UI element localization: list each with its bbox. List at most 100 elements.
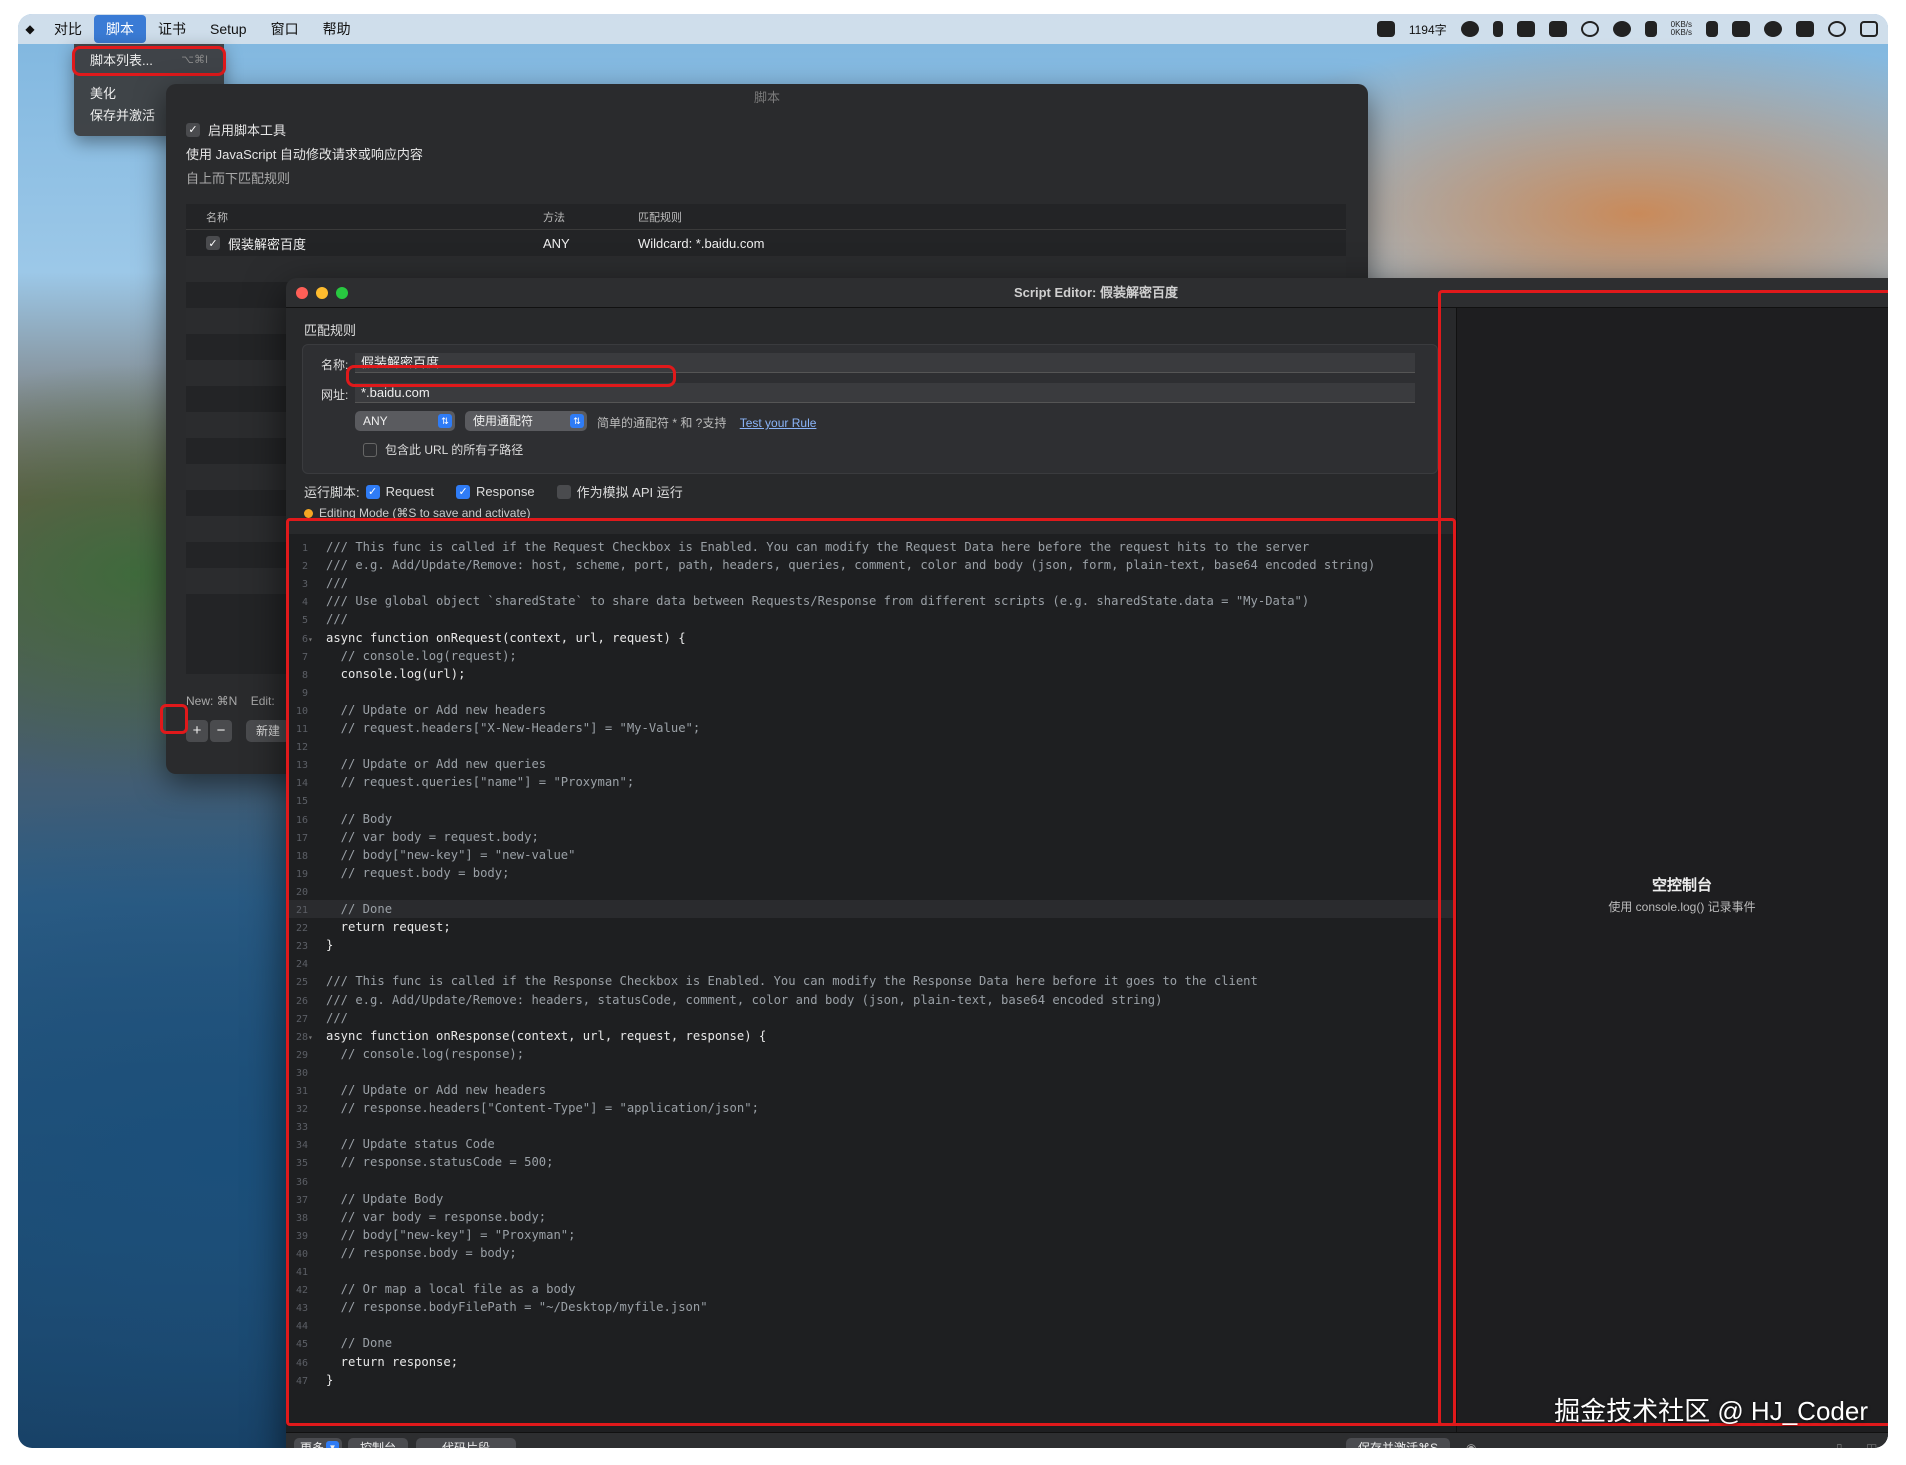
code-line[interactable]: 28▾ async function onResponse(context, ur…: [286, 1027, 1456, 1045]
response-checkbox[interactable]: ✓: [456, 484, 471, 499]
split-view-icon[interactable]: ◫: [1866, 1441, 1877, 1448]
close-window-button[interactable]: [296, 287, 308, 299]
eye-icon[interactable]: ◉⌄: [1466, 1441, 1487, 1448]
more-button[interactable]: 更多 ▼: [294, 1438, 342, 1448]
add-rule-button[interactable]: +: [186, 720, 208, 742]
code-line[interactable]: 3 ///: [286, 574, 1456, 592]
code-line[interactable]: 8 console.log(url);: [286, 665, 1456, 683]
enable-script-checkbox[interactable]: ✓: [186, 122, 200, 137]
code-line[interactable]: 22 return request;: [286, 918, 1456, 936]
code-line[interactable]: 6▾ async function onRequest(context, url,…: [286, 629, 1456, 647]
qq-icon[interactable]: [1764, 21, 1782, 37]
code-line[interactable]: 20: [286, 882, 1456, 900]
console-button[interactable]: 控制台: [348, 1438, 408, 1448]
enable-script-row[interactable]: ✓ 启用脚本工具: [186, 120, 286, 139]
test-rule-link[interactable]: Test your Rule: [740, 416, 817, 430]
method-select[interactable]: ANY ⇅: [355, 411, 455, 431]
input-method-icon[interactable]: [1516, 21, 1535, 37]
code-line[interactable]: 13 // Update or Add new queries: [286, 755, 1456, 773]
code-line[interactable]: 5 ///: [286, 610, 1456, 628]
mock-api-checkbox[interactable]: [556, 484, 571, 499]
code-line[interactable]: 2 /// e.g. Add/Update/Remove: host, sche…: [286, 556, 1456, 574]
code-line[interactable]: 34 // Update status Code: [286, 1135, 1456, 1153]
code-line[interactable]: 43 // response.bodyFilePath = "~/Desktop…: [286, 1298, 1456, 1316]
feather-icon[interactable]: [1706, 21, 1718, 37]
control-center-icon[interactable]: [1860, 21, 1878, 37]
code-line[interactable]: 47 }: [286, 1371, 1456, 1389]
name-input[interactable]: 假装解密百度: [355, 353, 1415, 373]
new-rule-button[interactable]: 新建: [246, 720, 291, 742]
dashboard-icon[interactable]: [1732, 21, 1750, 37]
code-line[interactable]: 40 // response.body = body;: [286, 1244, 1456, 1262]
snippets-button[interactable]: 代码片段: [416, 1438, 516, 1448]
code-line[interactable]: 24: [286, 954, 1456, 972]
apple-menu-icon[interactable]: ◆: [18, 22, 42, 36]
menu-window[interactable]: 窗口: [259, 15, 311, 43]
code-line[interactable]: 27 ///: [286, 1009, 1456, 1027]
menu-certificate[interactable]: 证书: [146, 15, 198, 43]
minimize-window-button[interactable]: [316, 287, 328, 299]
sync-icon[interactable]: [1580, 21, 1599, 37]
code-line[interactable]: 35 // response.statusCode = 500;: [286, 1153, 1456, 1171]
word-count[interactable]: 1194字: [1409, 21, 1447, 38]
shirt-icon[interactable]: [1548, 21, 1567, 37]
wechat-icon[interactable]: [1612, 21, 1631, 37]
code-line[interactable]: 15: [286, 791, 1456, 809]
code-line[interactable]: 17 // var body = request.body;: [286, 828, 1456, 846]
code-line[interactable]: 1 /// This func is called if the Request…: [286, 538, 1456, 556]
code-line[interactable]: 16 // Body: [286, 810, 1456, 828]
col-method[interactable]: 方法: [531, 209, 626, 225]
code-line[interactable]: 14 // request.queries["name"] = "Proxyma…: [286, 773, 1456, 791]
rule-enabled-checkbox[interactable]: ✓: [206, 236, 220, 250]
zoom-window-button[interactable]: [336, 287, 348, 299]
trash-icon[interactable]: ▯: [1836, 1441, 1843, 1448]
code-line[interactable]: 10 // Update or Add new headers: [286, 701, 1456, 719]
menu-item-script-list[interactable]: 脚本列表... ⌥⌘I: [80, 48, 218, 70]
code-line[interactable]: 4 /// Use global object `sharedState` to…: [286, 592, 1456, 610]
code-line[interactable]: 46 return response;: [286, 1353, 1456, 1371]
table-row[interactable]: ✓ 假装解密百度 ANY Wildcard: *.baidu.com: [186, 230, 1346, 256]
code-line[interactable]: 41: [286, 1262, 1456, 1280]
code-line[interactable]: 37 // Update Body: [286, 1190, 1456, 1208]
save-activate-button[interactable]: 保存并激活⌘S: [1346, 1438, 1450, 1448]
code-line[interactable]: 21 // Done: [286, 900, 1456, 918]
code-line[interactable]: 38 // var body = response.body;: [286, 1208, 1456, 1226]
menu-compare[interactable]: 对比: [42, 15, 94, 43]
code-line[interactable]: 31 // Update or Add new headers: [286, 1081, 1456, 1099]
face-icon[interactable]: [1460, 21, 1479, 37]
code-line[interactable]: 42 // Or map a local file as a body: [286, 1280, 1456, 1298]
search-icon[interactable]: [1828, 21, 1846, 37]
menu-setup[interactable]: Setup: [198, 17, 259, 41]
include-subpaths-checkbox[interactable]: [363, 442, 377, 457]
code-line[interactable]: 18 // body["new-key"] = "new-value": [286, 846, 1456, 864]
remove-rule-button[interactable]: −: [210, 720, 232, 742]
code-line[interactable]: 11 // request.headers["X-New-Headers"] =…: [286, 719, 1456, 737]
code-line[interactable]: 7 // console.log(request);: [286, 647, 1456, 665]
match-mode-select[interactable]: 使用通配符 ⇅: [465, 411, 587, 431]
cat-icon[interactable]: [1644, 21, 1657, 37]
code-line[interactable]: 25 /// This func is called if the Respon…: [286, 972, 1456, 990]
col-rule[interactable]: 匹配规则: [626, 209, 1346, 225]
code-line[interactable]: 32 // response.headers["Content-Type"] =…: [286, 1099, 1456, 1117]
code-line[interactable]: 30: [286, 1063, 1456, 1081]
code-editor[interactable]: 1 /// This func is called if the Request…: [286, 534, 1456, 1432]
code-line[interactable]: 44: [286, 1316, 1456, 1334]
col-name[interactable]: 名称: [186, 209, 531, 225]
code-line[interactable]: 33: [286, 1117, 1456, 1135]
photo-app-icon[interactable]: [1376, 21, 1395, 37]
code-line[interactable]: 36: [286, 1172, 1456, 1190]
code-line[interactable]: 12: [286, 737, 1456, 755]
code-line[interactable]: 9: [286, 683, 1456, 701]
code-line[interactable]: 19 // request.body = body;: [286, 864, 1456, 882]
url-input[interactable]: *.baidu.com: [355, 383, 1415, 403]
code-line[interactable]: 45 // Done: [286, 1334, 1456, 1352]
microphone-icon[interactable]: [1492, 21, 1503, 37]
request-checkbox[interactable]: ✓: [365, 484, 380, 499]
code-line[interactable]: 26 /// e.g. Add/Update/Remove: headers, …: [286, 991, 1456, 1009]
code-line[interactable]: 29 // console.log(response);: [286, 1045, 1456, 1063]
youdao-icon[interactable]: [1796, 21, 1814, 37]
code-line[interactable]: 23 }: [286, 936, 1456, 954]
code-line[interactable]: 39 // body["new-key"] = "Proxyman";: [286, 1226, 1456, 1244]
include-subpaths-row[interactable]: 包含此 URL 的所有子路径: [363, 441, 523, 458]
menu-help[interactable]: 帮助: [311, 15, 363, 43]
